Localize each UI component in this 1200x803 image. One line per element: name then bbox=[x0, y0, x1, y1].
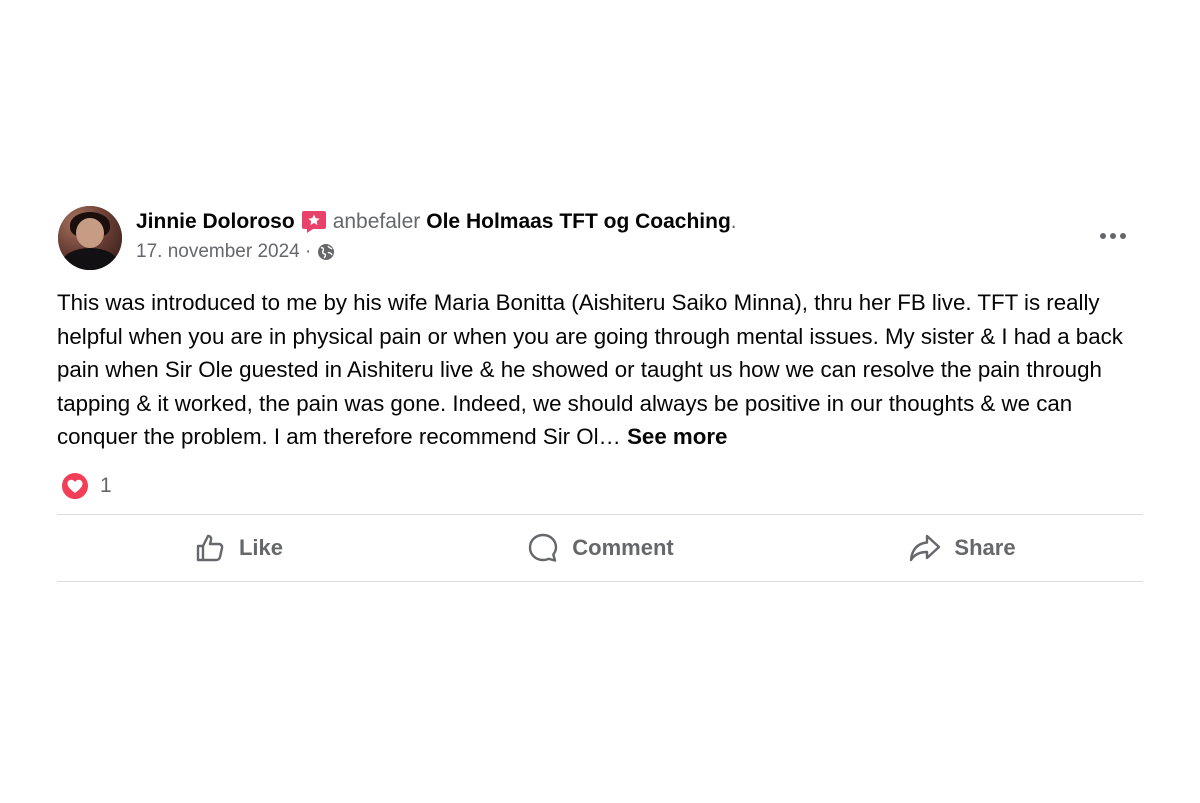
love-reaction-icon bbox=[60, 470, 90, 501]
post-title-line: Jinnie Doloroso anbefaler Ole Holmaas TF… bbox=[136, 209, 737, 235]
post-meta: Jinnie Doloroso anbefaler Ole Holmaas TF… bbox=[136, 209, 737, 263]
reactions-bar[interactable]: 1 bbox=[57, 468, 1143, 504]
author-name[interactable]: Jinnie Doloroso bbox=[136, 209, 295, 235]
avatar[interactable] bbox=[58, 206, 122, 270]
title-period: . bbox=[730, 210, 737, 233]
comment-button[interactable]: Comment bbox=[419, 515, 781, 581]
share-button[interactable]: Share bbox=[781, 515, 1143, 581]
post-header: Jinnie Doloroso anbefaler Ole Holmaas TF… bbox=[57, 200, 1143, 278]
thumbs-up-icon bbox=[196, 534, 224, 561]
share-arrow-icon bbox=[910, 534, 941, 561]
review-post: Jinnie Doloroso anbefaler Ole Holmaas TF… bbox=[57, 200, 1143, 582]
post-subtitle-line: 17. november 2024 · bbox=[136, 241, 737, 263]
like-button[interactable]: Like bbox=[57, 515, 419, 581]
comment-icon bbox=[529, 533, 558, 562]
more-options-icon[interactable] bbox=[1097, 224, 1129, 248]
post-body: This was introduced to me by his wife Ma… bbox=[57, 286, 1147, 454]
action-bar: Like Comment Share bbox=[57, 513, 1143, 582]
post-text: This was introduced to me by his wife Ma… bbox=[57, 290, 1123, 449]
like-label: Like bbox=[238, 534, 284, 560]
comment-label: Comment bbox=[572, 534, 674, 560]
see-more-link[interactable]: See more bbox=[627, 424, 727, 449]
recommend-icon bbox=[301, 210, 327, 234]
reaction-count[interactable]: 1 bbox=[100, 474, 112, 498]
recommend-verb: anbefaler bbox=[332, 210, 421, 233]
share-label: Share bbox=[954, 534, 1016, 560]
post-date[interactable]: 17. november 2024 · bbox=[136, 241, 311, 263]
page-name[interactable]: Ole Holmaas TFT og Coaching bbox=[426, 209, 731, 235]
globe-icon bbox=[317, 243, 335, 261]
